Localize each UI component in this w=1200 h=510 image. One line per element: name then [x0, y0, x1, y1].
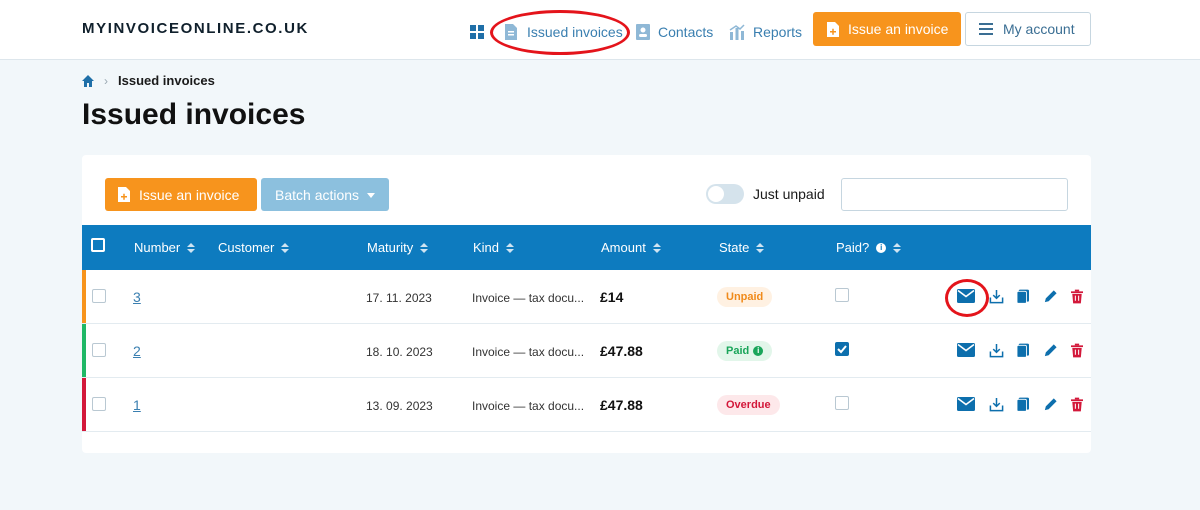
- sort-icon: [652, 242, 661, 253]
- delete-icon[interactable]: [1071, 343, 1089, 359]
- nav-contacts-label: Contacts: [658, 24, 714, 40]
- info-icon: i: [876, 242, 887, 253]
- batch-actions-button[interactable]: Batch actions: [261, 178, 389, 211]
- sort-icon: [756, 242, 765, 253]
- status-badge: Unpaid: [717, 287, 773, 307]
- status-stripe: [82, 324, 86, 377]
- paid-checkbox[interactable]: [835, 288, 849, 302]
- sort-icon: [506, 242, 515, 253]
- row-checkbox[interactable]: [92, 343, 106, 357]
- batch-actions-label: Batch actions: [275, 186, 360, 203]
- top-bar: MYINVOICEONLINE.CO.UK Issued invoices Co…: [0, 0, 1200, 60]
- column-maturity[interactable]: Maturity: [367, 240, 429, 255]
- select-all-checkbox[interactable]: [91, 238, 105, 252]
- card-issue-invoice-button[interactable]: Issue an invoice: [105, 178, 257, 211]
- table-row[interactable]: 1 13. 09. 2023 Invoice — tax docu... £47.88…: [82, 378, 1091, 432]
- chevron-right-icon: ›: [104, 73, 108, 88]
- my-account-button[interactable]: My account: [965, 12, 1091, 46]
- copy-icon[interactable]: [1016, 289, 1035, 305]
- sort-icon: [893, 242, 902, 253]
- copy-icon[interactable]: [1016, 397, 1035, 413]
- table-header: Number Customer Maturity Kind Amount Sta…: [82, 225, 1091, 270]
- download-icon[interactable]: [989, 397, 1007, 413]
- mail-icon[interactable]: [957, 289, 975, 305]
- table-row[interactable]: 2 18. 10. 2023 Invoice — tax docu... £47.88…: [82, 324, 1091, 378]
- sort-icon: [187, 242, 196, 253]
- dashboard-nav-icon[interactable]: [470, 22, 484, 42]
- row-checkbox[interactable]: [92, 289, 106, 303]
- maturity-date: 17. 11. 2023: [366, 291, 432, 305]
- invoice-amount: £47.88: [600, 343, 643, 359]
- contacts-icon: [636, 24, 650, 40]
- mail-icon[interactable]: [957, 397, 975, 413]
- invoice-amount: £14: [600, 289, 624, 305]
- home-icon[interactable]: [82, 74, 94, 87]
- status-stripe: [82, 378, 86, 431]
- info-icon: i: [753, 346, 764, 356]
- maturity-date: 18. 10. 2023: [366, 345, 433, 359]
- just-unpaid-label: Just unpaid: [753, 186, 825, 202]
- invoice-amount: £47.88: [600, 397, 643, 413]
- table-row[interactable]: 3 17. 11. 2023 Invoice — tax docu... £14 Unp…: [82, 270, 1091, 324]
- reports-icon: [729, 24, 745, 40]
- document-plus-icon: [827, 21, 839, 37]
- toggle-knob: [708, 186, 724, 202]
- invoice-number-link[interactable]: 2: [133, 343, 141, 359]
- column-paid[interactable]: Paid? i: [836, 240, 902, 255]
- delete-icon[interactable]: [1071, 397, 1089, 413]
- menu-icon: [979, 23, 993, 35]
- edit-icon[interactable]: [1043, 289, 1061, 305]
- document-icon: [505, 24, 517, 40]
- just-unpaid-toggle[interactable]: [706, 184, 744, 204]
- nav-contacts[interactable]: Contacts: [636, 22, 713, 42]
- logo[interactable]: MYINVOICEONLINE.CO.UK: [82, 20, 309, 37]
- issue-invoice-label: Issue an invoice: [848, 21, 949, 37]
- invoices-card: Issue an invoice Batch actions Just unpa…: [82, 155, 1091, 453]
- card-issue-invoice-label: Issue an invoice: [139, 186, 240, 203]
- invoice-number-link[interactable]: 3: [133, 289, 141, 305]
- download-icon[interactable]: [989, 343, 1007, 359]
- invoice-number-link[interactable]: 1: [133, 397, 141, 413]
- column-kind[interactable]: Kind: [473, 240, 515, 255]
- status-badge: Paid i: [717, 341, 773, 361]
- nav-issued-label: Issued invoices: [527, 24, 623, 40]
- status-stripe: [82, 270, 86, 323]
- paid-checkbox[interactable]: [835, 396, 849, 410]
- sort-icon: [420, 242, 429, 253]
- delete-icon[interactable]: [1071, 289, 1089, 305]
- my-account-label: My account: [1003, 21, 1075, 37]
- nav-issued-invoices[interactable]: Issued invoices: [503, 22, 623, 42]
- status-badge: Overdue: [717, 395, 780, 415]
- nav-reports-label: Reports: [753, 24, 803, 40]
- caret-down-icon: [367, 193, 376, 198]
- invoice-kind: Invoice — tax docu...: [472, 399, 585, 413]
- invoice-kind: Invoice — tax docu...: [472, 291, 585, 305]
- invoice-kind: Invoice — tax docu...: [472, 345, 585, 359]
- search-input[interactable]: [841, 178, 1068, 211]
- page-title: Issued invoices: [82, 98, 306, 131]
- edit-icon[interactable]: [1043, 397, 1061, 413]
- maturity-date: 13. 09. 2023: [366, 399, 433, 413]
- download-icon[interactable]: [989, 289, 1007, 305]
- column-state[interactable]: State: [719, 240, 765, 255]
- mail-icon[interactable]: [957, 343, 975, 359]
- nav-reports[interactable]: Reports: [729, 22, 802, 42]
- document-plus-icon: [118, 187, 130, 202]
- column-amount[interactable]: Amount: [601, 240, 661, 255]
- column-customer[interactable]: Customer: [218, 240, 290, 255]
- breadcrumb: › Issued invoices: [82, 73, 215, 88]
- edit-icon[interactable]: [1043, 343, 1061, 359]
- sort-icon: [281, 242, 290, 253]
- breadcrumb-current: Issued invoices: [118, 73, 215, 88]
- paid-checkbox[interactable]: [835, 342, 849, 356]
- column-number[interactable]: Number: [134, 240, 196, 255]
- copy-icon[interactable]: [1016, 343, 1035, 359]
- issue-invoice-button[interactable]: Issue an invoice: [813, 12, 961, 46]
- row-checkbox[interactable]: [92, 397, 106, 411]
